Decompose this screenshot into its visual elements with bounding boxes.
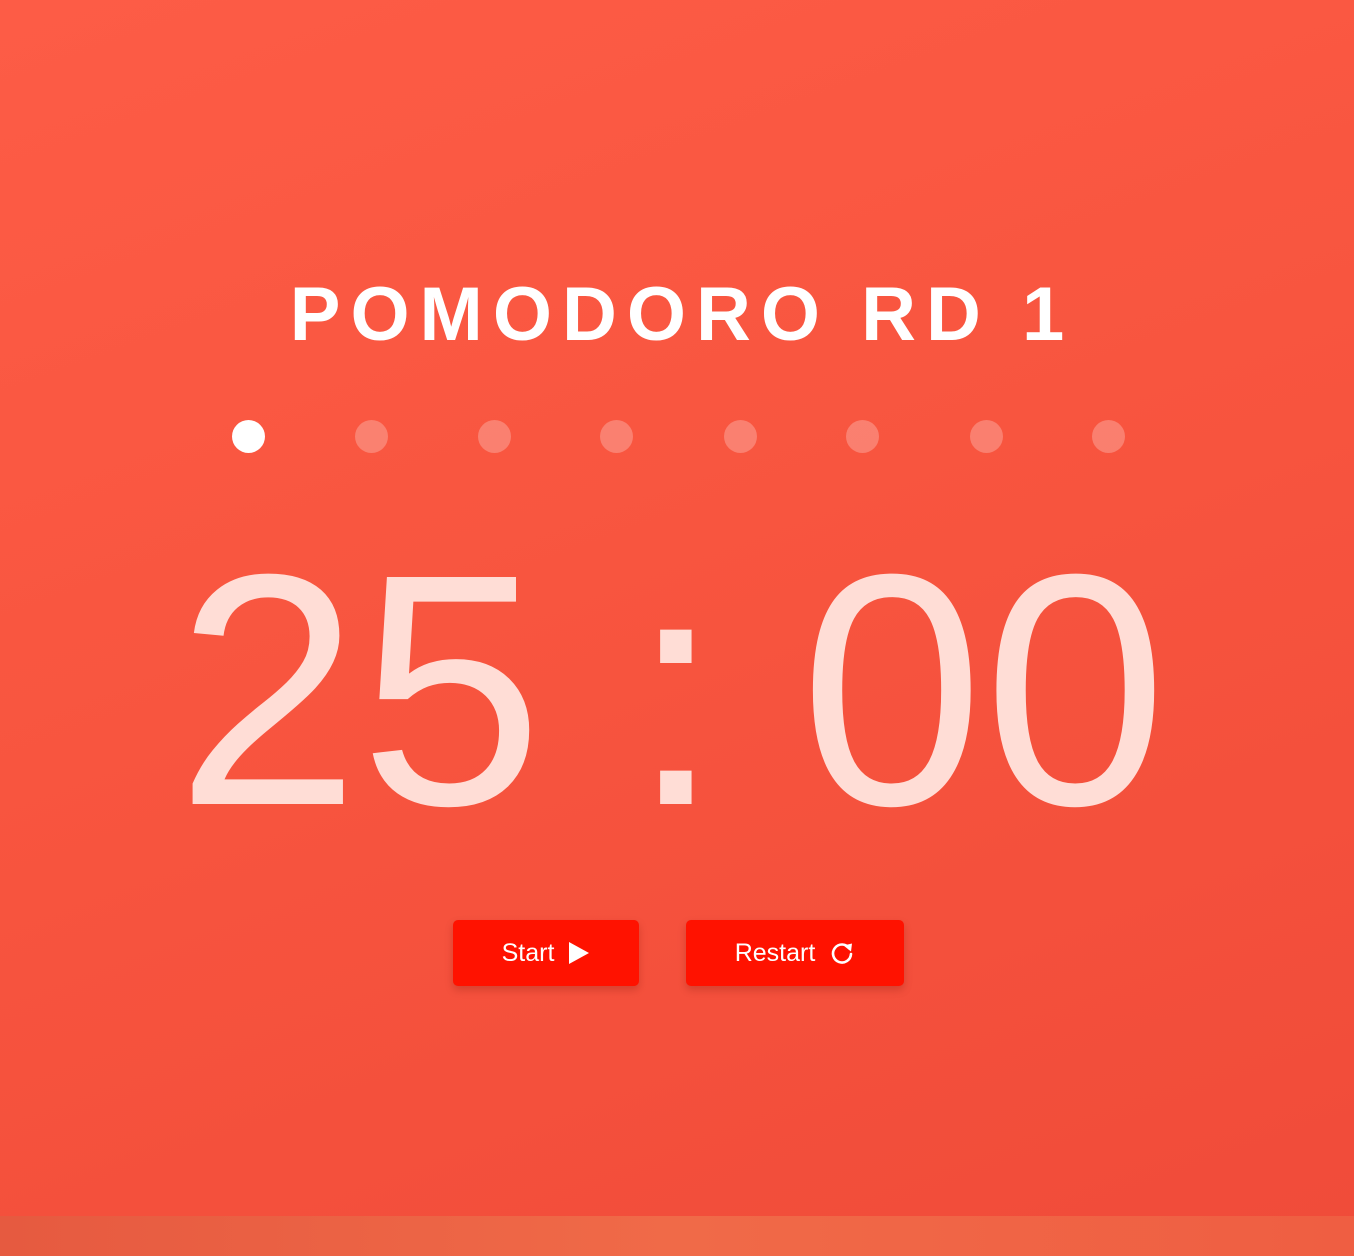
round-dot-1 [232,420,265,453]
bottom-strip [0,1216,1354,1256]
play-icon [568,941,590,965]
round-dot-8 [1092,420,1125,453]
timer-display: 25 : 00 [0,505,1354,874]
round-dot-7 [970,420,1003,453]
start-button[interactable]: Start [453,920,639,986]
round-dot-2 [355,420,388,453]
restart-button[interactable]: Restart [686,920,904,986]
pomodoro-app: POMODORO RD 1 25 : 00 Start Restart [0,0,1354,1256]
round-title: POMODORO RD 1 [289,272,1075,357]
timer-seconds: 00 [800,505,1168,874]
timer-minutes: 25 [176,505,544,874]
round-progress-dots [0,420,1354,454]
round-dot-4 [600,420,633,453]
round-dot-5 [724,420,757,453]
round-dot-6 [846,420,879,453]
restart-icon [829,940,855,966]
timer-separator: : [630,505,722,874]
round-dot-3 [478,420,511,453]
start-button-label: Start [501,938,555,967]
restart-button-label: Restart [734,938,816,967]
